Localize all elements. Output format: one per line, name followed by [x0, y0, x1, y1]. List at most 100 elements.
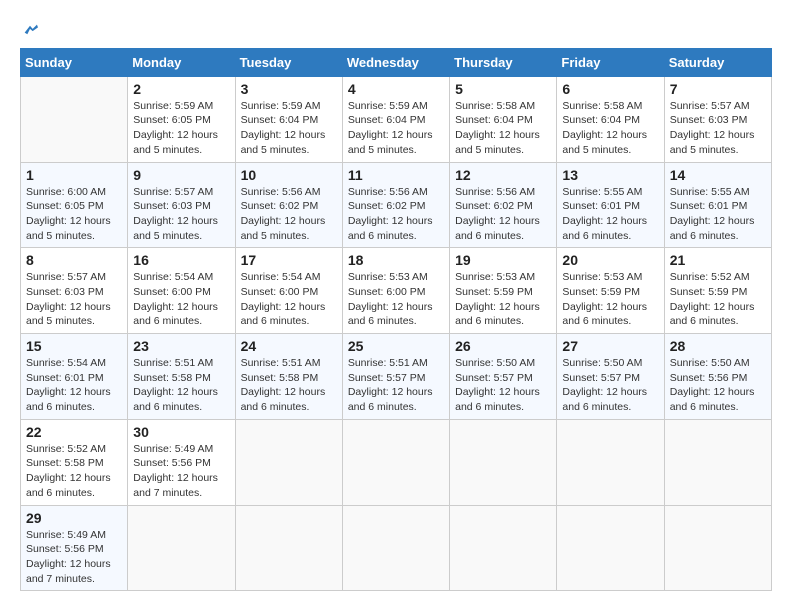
calendar-cell: 9 Sunrise: 5:57 AMSunset: 6:03 PMDaylight… [128, 162, 235, 248]
week-row-3: 15Sunrise: 5:54 AMSunset: 6:01 PMDayligh… [21, 334, 772, 420]
day-number: 27 [562, 338, 658, 354]
day-info: Sunrise: 5:57 AMSunset: 6:03 PMDaylight:… [26, 270, 122, 329]
col-header-saturday: Saturday [664, 48, 771, 76]
day-info: Sunrise: 5:55 AMSunset: 6:01 PMDaylight:… [670, 185, 766, 244]
calendar-cell [664, 419, 771, 505]
calendar-cell: 11 Sunrise: 5:56 AMSunset: 6:02 PMDayligh… [342, 162, 449, 248]
calendar-cell: 14 Sunrise: 5:55 AMSunset: 6:01 PMDayligh… [664, 162, 771, 248]
calendar-cell: 17 Sunrise: 5:54 AMSunset: 6:00 PMDayligh… [235, 248, 342, 334]
day-number: 24 [241, 338, 337, 354]
day-info: Sunrise: 5:50 AMSunset: 5:56 PMDaylight:… [670, 356, 766, 415]
day-info: Sunrise: 5:56 AMSunset: 6:02 PMDaylight:… [348, 185, 444, 244]
calendar-cell [128, 505, 235, 591]
day-number: 2 [133, 81, 229, 97]
col-header-sunday: Sunday [21, 48, 128, 76]
calendar-cell [235, 419, 342, 505]
day-number: 21 [670, 252, 766, 268]
week-row-4: 22 Sunrise: 5:52 AMSunset: 5:58 PMDayligh… [21, 419, 772, 505]
day-info: Sunrise: 5:59 AMSunset: 6:05 PMDaylight:… [133, 99, 229, 158]
calendar-cell: 2 Sunrise: 5:59 AMSunset: 6:05 PMDaylight… [128, 76, 235, 162]
day-info: Sunrise: 5:58 AMSunset: 6:04 PMDaylight:… [455, 99, 551, 158]
day-info: Sunrise: 5:49 AMSunset: 5:56 PMDaylight:… [26, 528, 122, 587]
day-info: Sunrise: 5:58 AMSunset: 6:04 PMDaylight:… [562, 99, 658, 158]
col-header-monday: Monday [128, 48, 235, 76]
day-number: 9 [133, 167, 229, 183]
day-number: 6 [562, 81, 658, 97]
day-number: 13 [562, 167, 658, 183]
calendar-cell: 13 Sunrise: 5:55 AMSunset: 6:01 PMDayligh… [557, 162, 664, 248]
calendar-cell: 23Sunrise: 5:51 AMSunset: 5:58 PMDayligh… [128, 334, 235, 420]
calendar-cell: 7Sunrise: 5:57 AMSunset: 6:03 PMDaylight… [664, 76, 771, 162]
day-info: Sunrise: 5:49 AMSunset: 5:56 PMDaylight:… [133, 442, 229, 501]
day-number: 8 [26, 252, 122, 268]
day-info: Sunrise: 5:53 AMSunset: 5:59 PMDaylight:… [562, 270, 658, 329]
calendar-cell: 18Sunrise: 5:53 AMSunset: 6:00 PMDayligh… [342, 248, 449, 334]
day-number: 26 [455, 338, 551, 354]
calendar-cell: 4Sunrise: 5:59 AMSunset: 6:04 PMDaylight… [342, 76, 449, 162]
calendar-cell [557, 505, 664, 591]
day-number: 1 [26, 167, 122, 183]
calendar-cell: 22 Sunrise: 5:52 AMSunset: 5:58 PMDayligh… [21, 419, 128, 505]
calendar-cell: 1Sunrise: 6:00 AMSunset: 6:05 PMDaylight… [21, 162, 128, 248]
calendar-cell [21, 76, 128, 162]
calendar-cell: 6 Sunrise: 5:58 AMSunset: 6:04 PMDaylight… [557, 76, 664, 162]
logo-bird-icon [22, 22, 38, 38]
day-number: 16 [133, 252, 229, 268]
days-header-row: SundayMondayTuesdayWednesdayThursdayFrid… [21, 48, 772, 76]
calendar-cell: 21 Sunrise: 5:52 AMSunset: 5:59 PMDayligh… [664, 248, 771, 334]
day-number: 23 [133, 338, 229, 354]
week-row-1: 1Sunrise: 6:00 AMSunset: 6:05 PMDaylight… [21, 162, 772, 248]
col-header-tuesday: Tuesday [235, 48, 342, 76]
day-info: Sunrise: 5:59 AMSunset: 6:04 PMDaylight:… [241, 99, 337, 158]
calendar-cell: 16Sunrise: 5:54 AMSunset: 6:00 PMDayligh… [128, 248, 235, 334]
day-info: Sunrise: 5:57 AMSunset: 6:03 PMDaylight:… [133, 185, 229, 244]
day-number: 15 [26, 338, 122, 354]
day-number: 7 [670, 81, 766, 97]
calendar-cell: 25Sunrise: 5:51 AMSunset: 5:57 PMDayligh… [342, 334, 449, 420]
day-number: 29 [26, 510, 122, 526]
day-info: Sunrise: 5:50 AMSunset: 5:57 PMDaylight:… [455, 356, 551, 415]
day-info: Sunrise: 5:52 AMSunset: 5:58 PMDaylight:… [26, 442, 122, 501]
day-number: 3 [241, 81, 337, 97]
day-number: 22 [26, 424, 122, 440]
day-info: Sunrise: 5:55 AMSunset: 6:01 PMDaylight:… [562, 185, 658, 244]
logo-text [20, 20, 38, 40]
day-info: Sunrise: 5:51 AMSunset: 5:57 PMDaylight:… [348, 356, 444, 415]
calendar-cell: 26 Sunrise: 5:50 AMSunset: 5:57 PMDayligh… [450, 334, 557, 420]
calendar-cell: 3 Sunrise: 5:59 AMSunset: 6:04 PMDaylight… [235, 76, 342, 162]
calendar-cell: 12 Sunrise: 5:56 AMSunset: 6:02 PMDayligh… [450, 162, 557, 248]
week-row-0: 2 Sunrise: 5:59 AMSunset: 6:05 PMDaylight… [21, 76, 772, 162]
calendar-cell [342, 505, 449, 591]
week-row-2: 8 Sunrise: 5:57 AMSunset: 6:03 PMDaylight… [21, 248, 772, 334]
calendar-cell: 19Sunrise: 5:53 AMSunset: 5:59 PMDayligh… [450, 248, 557, 334]
calendar-cell: 29 Sunrise: 5:49 AMSunset: 5:56 PMDayligh… [21, 505, 128, 591]
day-info: Sunrise: 5:53 AMSunset: 5:59 PMDaylight:… [455, 270, 551, 329]
calendar-cell: 27Sunrise: 5:50 AMSunset: 5:57 PMDayligh… [557, 334, 664, 420]
calendar-cell [450, 419, 557, 505]
col-header-wednesday: Wednesday [342, 48, 449, 76]
logo [20, 20, 38, 40]
calendar-cell [342, 419, 449, 505]
calendar-cell: 5 Sunrise: 5:58 AMSunset: 6:04 PMDaylight… [450, 76, 557, 162]
day-info: Sunrise: 5:56 AMSunset: 6:02 PMDaylight:… [241, 185, 337, 244]
day-info: Sunrise: 5:54 AMSunset: 6:00 PMDaylight:… [241, 270, 337, 329]
day-number: 11 [348, 167, 444, 183]
calendar-cell: 28Sunrise: 5:50 AMSunset: 5:56 PMDayligh… [664, 334, 771, 420]
calendar-cell [664, 505, 771, 591]
calendar-cell: 8 Sunrise: 5:57 AMSunset: 6:03 PMDaylight… [21, 248, 128, 334]
day-info: Sunrise: 5:56 AMSunset: 6:02 PMDaylight:… [455, 185, 551, 244]
day-number: 30 [133, 424, 229, 440]
col-header-thursday: Thursday [450, 48, 557, 76]
day-number: 17 [241, 252, 337, 268]
col-header-friday: Friday [557, 48, 664, 76]
day-number: 14 [670, 167, 766, 183]
calendar-cell [557, 419, 664, 505]
calendar-cell [450, 505, 557, 591]
calendar-cell: 15Sunrise: 5:54 AMSunset: 6:01 PMDayligh… [21, 334, 128, 420]
page-header [20, 20, 772, 40]
day-info: Sunrise: 5:59 AMSunset: 6:04 PMDaylight:… [348, 99, 444, 158]
calendar-cell: 30 Sunrise: 5:49 AMSunset: 5:56 PMDayligh… [128, 419, 235, 505]
day-info: Sunrise: 5:52 AMSunset: 5:59 PMDaylight:… [670, 270, 766, 329]
day-number: 12 [455, 167, 551, 183]
day-number: 5 [455, 81, 551, 97]
